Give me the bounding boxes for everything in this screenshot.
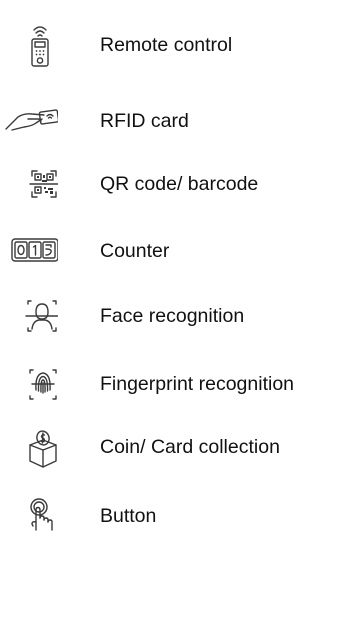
list-item-button: Button (0, 492, 357, 540)
fingerprint-recognition-label: Fingerprint recognition (100, 373, 295, 395)
qr-code-icon (2, 160, 58, 208)
button-label: Button (100, 505, 157, 527)
counter-icon (2, 227, 58, 275)
list-item-coin-card-collection: Coin/ Card collection (0, 423, 357, 471)
qr-code-label: QR code/ barcode (100, 173, 259, 195)
rfid-card-icon (2, 97, 58, 145)
list-item-remote-control: Remote control (0, 21, 357, 69)
list-item-counter: Counter (0, 227, 357, 275)
rfid-card-label: RFID card (100, 110, 189, 132)
face-recognition-icon (2, 292, 58, 340)
list-item-fingerprint-recognition: Fingerprint recognition (0, 360, 357, 408)
remote-control-label: Remote control (100, 34, 233, 56)
remote-control-icon (2, 21, 58, 69)
access-method-list: Remote control RFID card QR code/ barcod… (0, 0, 357, 628)
button-press-icon (2, 492, 58, 540)
fingerprint-icon (2, 360, 58, 408)
list-item-rfid-card: RFID card (0, 97, 357, 145)
coin-card-collection-label: Coin/ Card collection (100, 436, 280, 458)
counter-label: Counter (100, 240, 170, 262)
list-item-qr-code: QR code/ barcode (0, 160, 357, 208)
face-recognition-label: Face recognition (100, 305, 245, 327)
list-item-face-recognition: Face recognition (0, 292, 357, 340)
coin-card-collection-icon (2, 423, 58, 471)
